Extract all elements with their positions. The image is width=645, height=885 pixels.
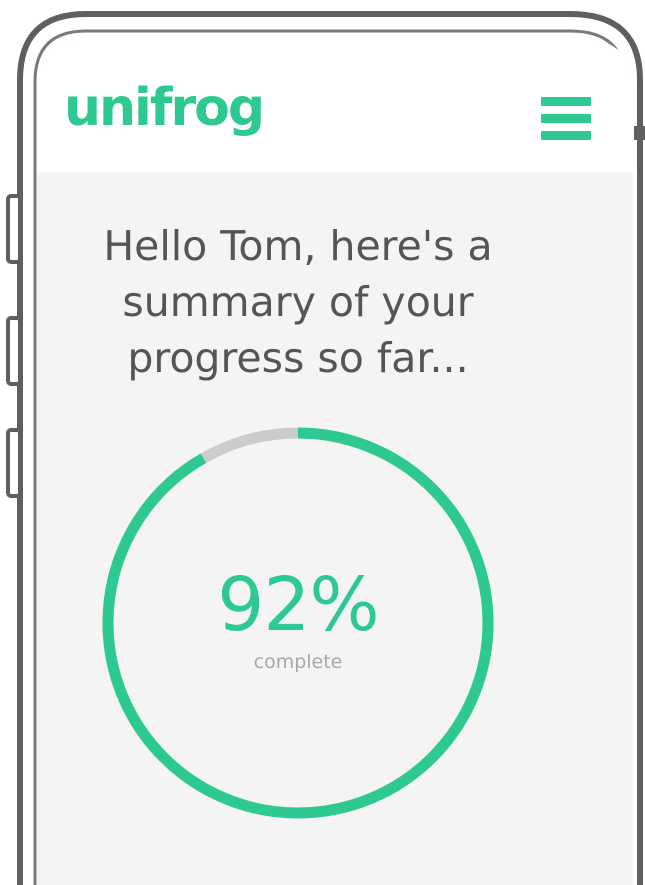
volume-up-button — [6, 316, 22, 386]
greeting-heading: Hello Tom, here's a summary of your prog… — [40, 218, 556, 386]
menu-bar — [541, 114, 591, 123]
phone-mockup: unifrog Hello Tom, here's a summary of y… — [0, 0, 645, 885]
progress-percent: 92% — [217, 562, 379, 648]
menu-bar — [541, 131, 591, 140]
unifrog-logo[interactable]: unifrog — [64, 82, 265, 134]
mute-switch — [6, 194, 22, 264]
menu-bar — [541, 97, 591, 106]
hamburger-menu-icon[interactable] — [541, 97, 591, 141]
power-button — [634, 126, 645, 140]
greeting-line-2: summary of your — [122, 278, 474, 326]
greeting-line-3: progress so far... — [127, 334, 469, 382]
progress-caption: complete — [253, 651, 343, 673]
greeting-line-1: Hello Tom, here's a — [103, 222, 493, 270]
app-header: unifrog — [37, 40, 633, 172]
volume-down-button — [6, 428, 22, 498]
